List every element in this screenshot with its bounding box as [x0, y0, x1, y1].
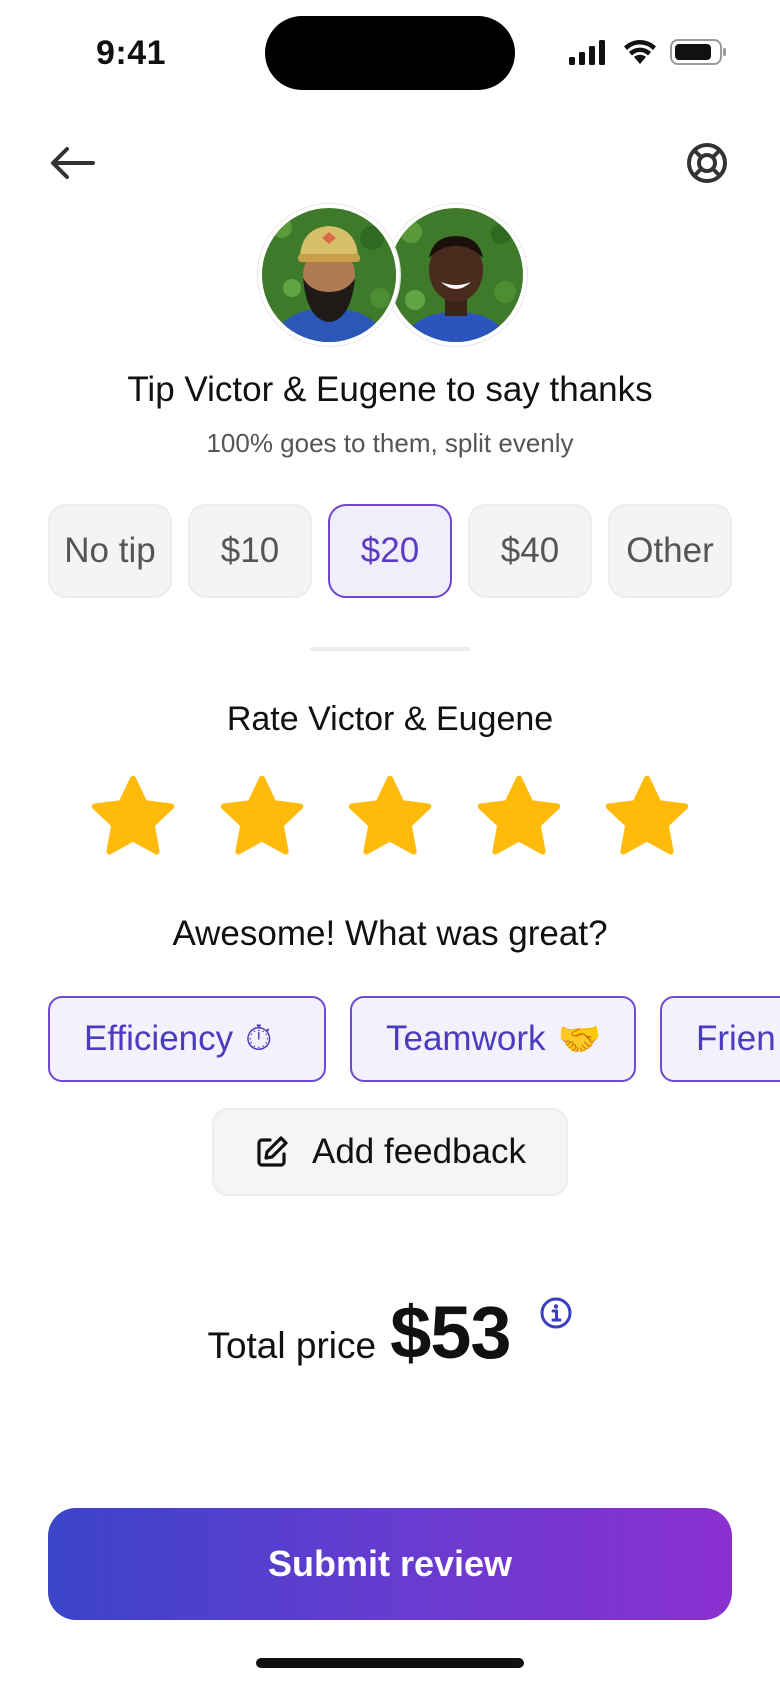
chip-friendliness[interactable]: Frien: [660, 996, 780, 1082]
wifi-icon: [624, 40, 656, 64]
total-price-row: Total price $53: [0, 1290, 780, 1375]
status-time: 9:41: [96, 34, 167, 72]
lifebuoy-icon: [687, 143, 727, 183]
star-icon[interactable]: [602, 772, 692, 862]
info-icon[interactable]: [539, 1296, 573, 1330]
tip-title: Tip Victor & Eugene to say thanks: [127, 370, 653, 409]
signal-icon: [569, 40, 605, 65]
tip-option-10[interactable]: $10: [188, 504, 312, 598]
tip-option-40[interactable]: $40: [468, 504, 592, 598]
feedback-chips: Efficiency ⏱ Teamwork 🤝 Frien: [48, 996, 780, 1082]
chip-teamwork[interactable]: Teamwork 🤝: [350, 996, 636, 1082]
back-button[interactable]: [44, 138, 100, 188]
edit-icon: [257, 1136, 288, 1167]
stopwatch-icon: ⏱: [245, 1019, 273, 1058]
tip-option-20-selected[interactable]: $20: [328, 504, 452, 598]
arrow-left-icon: [51, 147, 95, 179]
star-icon[interactable]: [217, 772, 307, 862]
chip-efficiency[interactable]: Efficiency ⏱: [48, 996, 326, 1082]
home-indicator: [256, 1658, 524, 1668]
tip-option-other[interactable]: Other: [608, 504, 732, 598]
submit-review-button[interactable]: Submit review: [48, 1508, 732, 1620]
star-icon[interactable]: [345, 772, 435, 862]
tip-options: No tip $10 $20 $40 Other: [48, 504, 732, 598]
add-feedback-button[interactable]: Add feedback: [212, 1108, 568, 1196]
battery-icon: [670, 39, 726, 65]
rate-title: Rate Victor & Eugene: [226, 700, 554, 738]
dynamic-island: [265, 16, 515, 90]
tip-subtitle: 100% goes to them, split evenly: [206, 428, 574, 458]
tip-option-no-tip[interactable]: No tip: [48, 504, 172, 598]
handshake-icon: 🤝: [557, 1019, 602, 1059]
avatar-eugene-photo: [389, 208, 523, 342]
total-price-amount: $53: [390, 1291, 511, 1374]
chip-efficiency-label: Efficiency: [84, 1019, 234, 1058]
help-button[interactable]: [682, 138, 732, 188]
section-divider: [310, 647, 470, 651]
avatar-victor: [258, 204, 400, 346]
avatar-victor-photo: [262, 208, 396, 342]
total-price-label: Total price: [207, 1325, 377, 1366]
chip-friendliness-label: Frien: [696, 1019, 776, 1058]
star-rating: [88, 772, 692, 862]
feedback-title: Awesome! What was great?: [172, 914, 608, 953]
avatar-eugene: [385, 204, 527, 346]
star-icon[interactable]: [88, 772, 178, 862]
add-feedback-label: Add feedback: [311, 1132, 527, 1171]
star-icon[interactable]: [474, 772, 564, 862]
chip-teamwork-label: Teamwork: [386, 1019, 546, 1058]
